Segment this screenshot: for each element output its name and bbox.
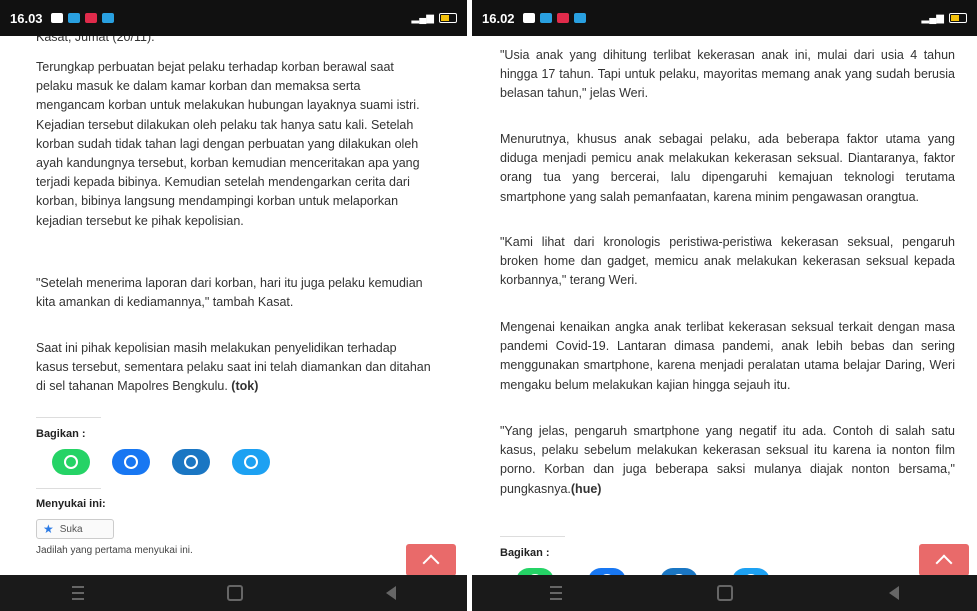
cut-off-line: Kasat, Jumat (20/11). <box>36 36 155 44</box>
telegram-share-button[interactable] <box>172 449 210 475</box>
notification-icon <box>539 13 552 23</box>
article-paragraph: "Setelah menerima laporan dari korban, h… <box>36 276 423 310</box>
notification-icons <box>522 13 586 23</box>
battery-icon <box>439 13 457 23</box>
notification-icon <box>522 13 535 23</box>
chevron-up-icon <box>935 554 953 572</box>
back-icon[interactable] <box>889 586 900 600</box>
navigation-bar <box>472 575 977 611</box>
facebook-icon <box>124 455 138 469</box>
notification-icon <box>50 13 63 23</box>
notification-icon <box>84 13 97 23</box>
article-paragraph: "Usia anak yang dihitung terlibat kekera… <box>500 48 955 101</box>
chevron-up-icon <box>422 554 440 572</box>
whatsapp-icon <box>64 455 78 469</box>
telegram-icon <box>184 455 198 469</box>
article-content: "Usia anak yang dihitung terlibat kekera… <box>472 36 977 575</box>
notification-icon <box>573 13 586 23</box>
divider <box>36 488 101 489</box>
notification-icons <box>50 13 114 23</box>
twitter-icon <box>244 455 258 469</box>
notification-icon <box>101 13 114 23</box>
system-icons: ▂▄▆ <box>412 13 457 24</box>
status-bar: 16.02 ▂▄▆ <box>472 0 977 36</box>
battery-icon <box>949 13 967 23</box>
twitter-share-button[interactable] <box>232 449 270 475</box>
article-content: Kasat, Jumat (20/11). Terungkap perbuata… <box>0 36 467 575</box>
back-icon[interactable] <box>385 586 396 600</box>
first-like-text: Jadilah yang pertama menyukai ini. <box>36 545 193 556</box>
signal-icon: ▂▄▆ <box>411 12 434 24</box>
status-time: 16.02 <box>482 10 515 26</box>
signal-icon: ▂▄▆ <box>921 12 944 24</box>
like-button[interactable]: ★ Suka <box>36 519 114 539</box>
system-icons: ▂▄▆ <box>922 13 967 24</box>
divider <box>36 417 101 418</box>
star-icon: ★ <box>43 522 54 536</box>
status-time: 16.03 <box>10 10 43 26</box>
divider <box>500 536 565 537</box>
back-to-top-button[interactable] <box>919 544 969 575</box>
back-to-top-button[interactable] <box>406 544 456 575</box>
status-bar: 16.03 ▂▄▆ <box>0 0 467 36</box>
left-phone-screen: 16.03 ▂▄▆ Kasat, Jumat (20/11). Terungka… <box>0 0 467 611</box>
like-button-label: Suka <box>59 523 83 535</box>
whatsapp-share-button[interactable] <box>52 449 90 475</box>
article-paragraph: Terungkap perbuatan bejat pelaku terhada… <box>36 60 420 228</box>
share-heading: Bagikan : <box>500 547 550 559</box>
author-tag: (hue) <box>570 481 602 496</box>
notification-icon <box>67 13 80 23</box>
notification-icon <box>556 13 569 23</box>
article-paragraph: Saat ini pihak kepolisian masih melakuka… <box>36 341 431 394</box>
home-icon[interactable] <box>226 585 243 601</box>
navigation-bar <box>0 575 467 611</box>
article-paragraph: Menurutnya, khusus anak sebagai pelaku, … <box>500 132 955 204</box>
recent-apps-icon[interactable] <box>71 586 84 600</box>
recent-apps-icon[interactable] <box>549 586 562 600</box>
article-paragraph: Mengenai kenaikan angka anak terlibat ke… <box>500 320 955 392</box>
share-heading: Bagikan : <box>36 428 86 440</box>
article-paragraph: "Yang jelas, pengaruh smartphone yang ne… <box>500 424 955 496</box>
article-paragraph: "Kami lihat dari kronologis peristiwa-pe… <box>500 235 955 288</box>
facebook-share-button[interactable] <box>112 449 150 475</box>
like-heading: Menyukai ini: <box>36 498 106 510</box>
home-icon[interactable] <box>717 585 734 601</box>
right-phone-screen: 16.02 ▂▄▆ "Usia anak yang dihitung terli… <box>472 0 977 611</box>
author-tag: (tok) <box>231 379 259 394</box>
